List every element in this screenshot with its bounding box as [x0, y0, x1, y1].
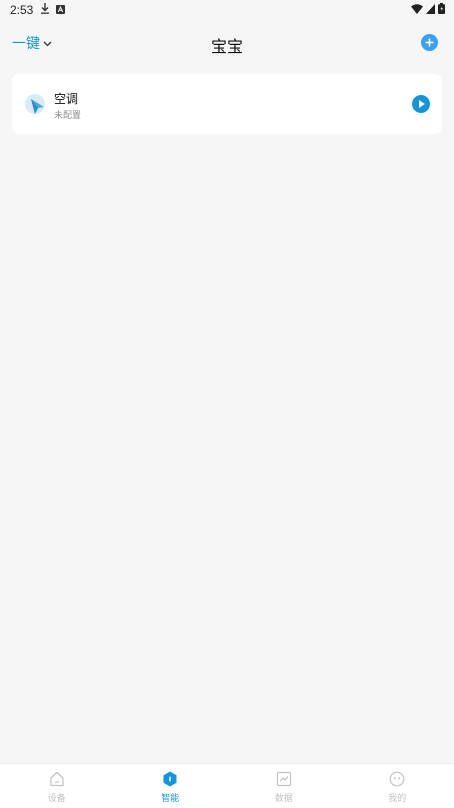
status-bar: 2:53	[0, 0, 454, 20]
nav-label-devices: 设备	[0, 791, 114, 804]
cellular-signal-icon	[426, 3, 435, 17]
profile-icon	[389, 771, 405, 787]
add-scene-button[interactable]	[421, 34, 438, 51]
page-title: 宝宝	[0, 33, 454, 57]
bottom-nav: 设备 智能 数据 我的	[0, 763, 454, 808]
nav-item-devices[interactable]: 设备	[0, 764, 114, 808]
play-icon	[412, 95, 430, 113]
download-icon	[40, 3, 50, 17]
nav-label-smart: 智能	[114, 791, 228, 804]
nav-item-smart[interactable]: 智能	[114, 764, 228, 808]
nav-item-data[interactable]: 数据	[227, 764, 341, 808]
status-notification-icons	[40, 3, 65, 17]
run-scene-button[interactable]	[412, 95, 430, 113]
air-conditioner-scene-icon	[24, 93, 48, 117]
nav-item-profile[interactable]: 我的	[341, 764, 454, 808]
status-system-icons	[411, 3, 445, 17]
scene-name: 空调	[54, 90, 78, 107]
plus-icon	[421, 34, 438, 51]
status-time: 2:53	[10, 3, 33, 17]
chart-icon	[276, 771, 292, 787]
wifi-icon	[411, 3, 423, 17]
scene-card[interactable]: 空调 未配置	[12, 74, 442, 134]
scene-status: 未配置	[54, 108, 81, 121]
nav-label-profile: 我的	[341, 791, 454, 804]
battery-icon	[438, 3, 445, 17]
home-icon	[49, 771, 65, 787]
nav-label-data: 数据	[227, 791, 341, 804]
app-notification-icon	[56, 3, 65, 17]
header: 一键 宝宝	[0, 26, 454, 62]
smart-hexagon-icon	[162, 771, 178, 787]
